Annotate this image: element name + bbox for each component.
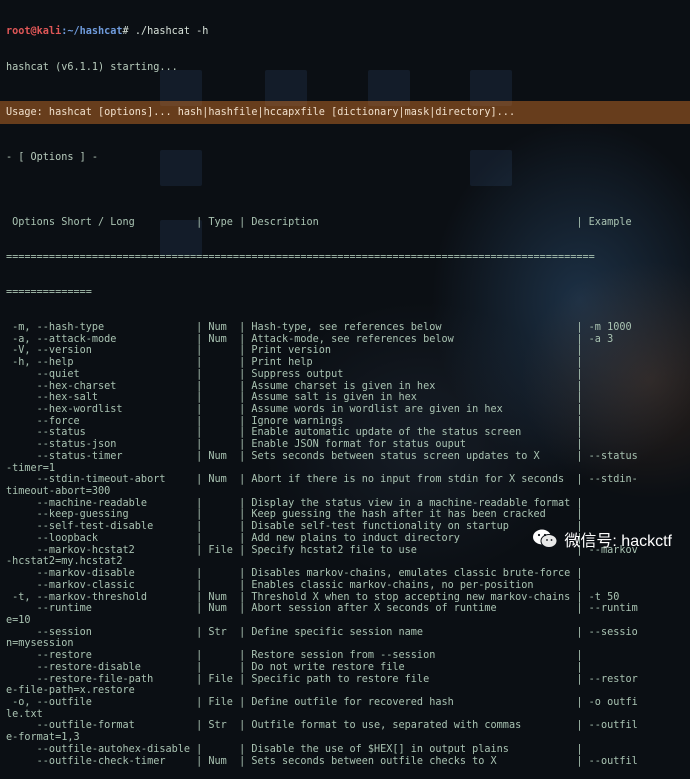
option-row: --force | | Ignore warnings | <box>6 415 583 427</box>
table-separator: ========================================… <box>6 251 595 263</box>
option-row: n=mysession <box>6 638 74 650</box>
option-row: e-file-path=x.restore <box>6 685 135 697</box>
option-row: --hex-wordlist | | Assume words in wordl… <box>6 404 583 415</box>
options-heading: - [ Options ] - <box>6 151 99 163</box>
option-row: -t, --markov-threshold | Num | Threshold… <box>6 591 620 603</box>
option-row: --keep-guessing | | Keep guessing the ha… <box>6 509 583 521</box>
table-header: Options Short / Long | Type | Descriptio… <box>6 216 632 228</box>
option-row: e=10 <box>6 614 31 626</box>
option-row: e-format=1,3 <box>6 732 80 744</box>
option-row: le.txt <box>6 708 43 720</box>
option-row: --outfile-check-timer | Num | Sets secon… <box>6 755 638 767</box>
option-row: --quiet | | Suppress output | <box>6 368 583 380</box>
prompt-line: root@kali:~/hashcat# ./hashcat -h <box>6 26 686 38</box>
option-row: --markov-classic | | Enables classic mar… <box>6 579 583 591</box>
wechat-icon <box>532 528 558 550</box>
option-row: --status | | Enable automatic update of … <box>6 427 583 439</box>
usage-line: Usage: hashcat [options]... hash|hashfil… <box>0 100 690 125</box>
option-row: --restore-file-path | File | Specific pa… <box>6 673 638 685</box>
option-row: --status-json | | Enable JSON format for… <box>6 439 583 451</box>
table-separator-tail: ============== <box>6 286 92 298</box>
prompt-user-host: root@kali <box>6 26 62 38</box>
option-row: --restore | | Restore session from --ses… <box>6 650 583 662</box>
option-row: --status-timer | Num | Sets seconds betw… <box>6 450 638 462</box>
option-row: -V, --version | | Print version | <box>6 345 583 357</box>
option-row: -h, --help | | Print help | <box>6 357 583 369</box>
option-row: -hcstat2=my.hcstat2 <box>6 556 123 568</box>
option-row: -o, --outfile | File | Define outfile fo… <box>6 696 638 708</box>
option-row: --restore-disable | | Do not write resto… <box>6 661 583 673</box>
command-text: ./hashcat -h <box>128 26 209 38</box>
option-row: --stdin-timeout-abort | Num | Abort if t… <box>6 474 638 486</box>
option-row: --outfile-format | Str | Outfile format … <box>6 720 638 732</box>
option-row: --runtime | Num | Abort session after X … <box>6 603 638 615</box>
option-row: -a, --attack-mode | Num | Attack-mode, s… <box>6 333 614 345</box>
option-row: --hex-charset | | Assume charset is give… <box>6 380 583 392</box>
option-row: timeout-abort=300 <box>6 486 111 498</box>
option-row: --markov-disable | | Disables markov-cha… <box>6 568 583 580</box>
option-row: -timer=1 <box>6 462 56 474</box>
option-row: --session | Str | Define specific sessio… <box>6 626 638 638</box>
starting-line: hashcat (v6.1.1) starting... <box>6 61 178 73</box>
terminal-window[interactable]: root@kali:~/hashcat# ./hashcat -h hashca… <box>0 0 690 767</box>
option-row: --hex-salt | | Assume salt is given in h… <box>6 392 583 404</box>
option-row: --outfile-autohex-disable | | Disable th… <box>6 743 583 755</box>
watermark: 微信号: hackctf <box>532 527 672 551</box>
watermark-text: 微信号: hackctf <box>564 533 672 550</box>
option-row: -m, --hash-type | Num | Hash-type, see r… <box>6 321 632 333</box>
prompt-path: :~/hashcat <box>61 26 123 38</box>
option-row: --machine-readable | | Display the statu… <box>6 497 583 509</box>
